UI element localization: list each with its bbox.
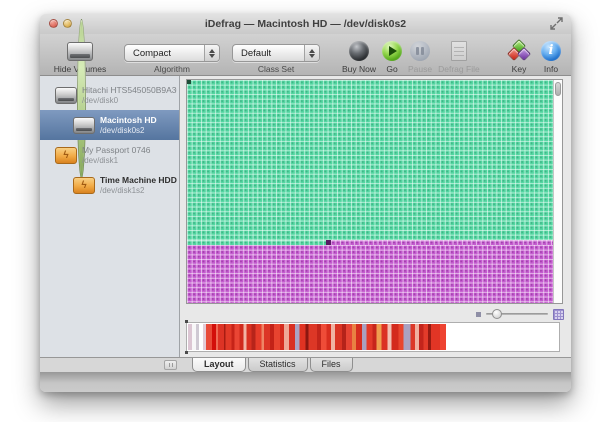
pause-icon — [410, 41, 430, 61]
map-scrollbar-thumb[interactable] — [555, 82, 561, 96]
zoom-in-icon[interactable] — [553, 309, 564, 320]
blocks-region-green — [187, 80, 553, 240]
volume-name: My Passport 0746 — [82, 145, 151, 156]
drive-icon — [67, 42, 93, 61]
tab-statistics[interactable]: Statistics — [248, 358, 308, 372]
info-button[interactable]: iInfo — [541, 36, 561, 74]
buy-now-button[interactable]: Buy Now — [342, 36, 376, 74]
toolbar: Hide Volumes Compact Algorithm Default — [40, 34, 571, 76]
device-path: /dev/disk0 — [82, 96, 177, 106]
volume-name: Hitachi HTS545050B9A302 — [82, 85, 177, 96]
sidebar-item-my-passport-0746[interactable]: ϟ My Passport 0746/dev/disk1 — [40, 140, 179, 170]
content-area: Hitachi HTS545050B9A302/dev/disk0Macinto… — [40, 76, 571, 357]
volume-name: Time Machine HDD — [100, 175, 177, 186]
device-path: /dev/disk1s2 — [100, 186, 177, 196]
desktop: iDefrag — Macintosh HD — /dev/disk0s2 Hi… — [0, 0, 600, 422]
block-map[interactable] — [186, 79, 563, 304]
device-path: /dev/disk1 — [82, 156, 151, 166]
dropdown-arrows-icon — [304, 45, 319, 61]
selection-tick-top — [185, 320, 188, 323]
step-block — [326, 240, 331, 245]
external-disk-icon: ϟ — [73, 177, 95, 194]
gems-icon — [507, 40, 531, 62]
info-icon: i — [541, 41, 561, 61]
sidebar-item-hitachi-hts545050b9a302[interactable]: Hitachi HTS545050B9A302/dev/disk0 — [40, 80, 179, 110]
bottom-bar — [40, 372, 571, 392]
window-title: iDefrag — Macintosh HD — /dev/disk0s2 — [40, 14, 571, 34]
selection-tick-bottom — [185, 351, 188, 354]
algorithm-group: Compact Algorithm — [124, 36, 220, 74]
footer: LayoutStatisticsFiles — [40, 357, 571, 392]
blocks-region-purple — [187, 245, 553, 303]
algorithm-select[interactable]: Compact — [124, 44, 220, 62]
tab-strip: LayoutStatisticsFiles — [40, 357, 571, 372]
device-path: /dev/disk0s2 — [100, 126, 157, 136]
volume-name: Macintosh HD — [100, 115, 157, 126]
tab-files[interactable]: Files — [310, 358, 353, 372]
zoom-slider[interactable] — [486, 308, 548, 320]
tab-layout[interactable]: Layout — [192, 358, 246, 372]
map-scrollbar[interactable] — [553, 80, 562, 303]
defrag-file-icon — [451, 41, 467, 61]
zoom-slider-knob[interactable] — [492, 309, 502, 319]
class-set-select[interactable]: Default — [232, 44, 320, 62]
sidebar-item-macintosh-hd[interactable]: Macintosh HD/dev/disk0s2 — [40, 110, 179, 140]
globe-icon — [349, 41, 369, 61]
fullscreen-icon[interactable] — [550, 17, 563, 30]
divider-grip[interactable] — [164, 360, 177, 370]
defrag-file-button: Defrag File — [438, 36, 480, 74]
go-button[interactable]: Go — [382, 36, 402, 74]
app-window: iDefrag — Macintosh HD — /dev/disk0s2 Hi… — [40, 14, 571, 392]
internal-disk-icon — [73, 117, 95, 134]
sidebar-item-time-machine-hdd[interactable]: ϟ Time Machine HDD/dev/disk1s2 — [40, 170, 179, 200]
overview-stripes — [188, 324, 558, 350]
external-disk-icon: ϟ — [55, 147, 77, 164]
class-set-group: Default Class Set — [232, 36, 320, 74]
volume-header-block — [187, 80, 191, 84]
dropdown-arrows-icon — [204, 45, 219, 61]
pause-button: Pause — [408, 36, 432, 74]
minimize-button[interactable] — [63, 19, 72, 28]
key-button[interactable]: Key — [507, 36, 531, 74]
close-button[interactable] — [49, 19, 58, 28]
play-icon — [382, 41, 402, 61]
zoom-out-icon[interactable] — [476, 312, 481, 317]
overview-bar[interactable] — [186, 322, 560, 352]
zoom-controls — [476, 307, 564, 321]
title-bar[interactable]: iDefrag — Macintosh HD — /dev/disk0s2 — [40, 14, 571, 34]
block-map-grid[interactable] — [187, 80, 553, 303]
volume-list: Hitachi HTS545050B9A302/dev/disk0Macinto… — [40, 76, 180, 357]
layout-pane — [180, 76, 571, 357]
internal-disk-icon — [55, 87, 77, 104]
